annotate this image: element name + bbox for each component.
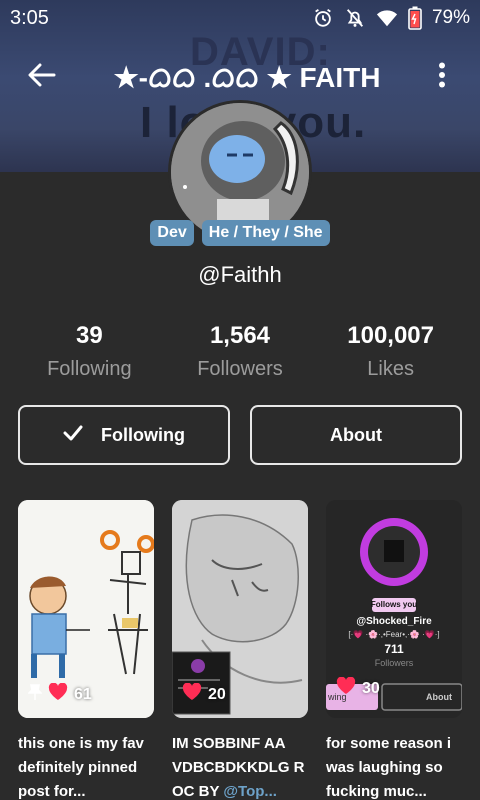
battery-percentage: 79% [431, 7, 470, 28]
embed-follows-you: Follows you [370, 600, 418, 609]
post-thumbnail[interactable]: Follows you @Shocked_Fire [·💗 ·🌸·,•Fear•… [326, 500, 462, 718]
stat-value: 1,564 [209, 322, 271, 349]
status-icons: 79% [312, 6, 470, 30]
more-vertical-icon [438, 62, 446, 93]
profile-stats: 39 Following 1,564 Followers 100,007 Lik… [0, 322, 480, 381]
stat-label: Followers [197, 358, 283, 380]
stat-label: Following [47, 358, 132, 380]
following-button[interactable]: Following [18, 405, 230, 465]
like-count: 61 [74, 685, 92, 703]
embed-count: 711 [384, 642, 404, 656]
stat-followers[interactable]: 1,564 Followers [165, 322, 315, 381]
heart-icon [182, 682, 202, 706]
post-like-count: 30 [336, 676, 380, 700]
post-thumbnail[interactable]: 61 [18, 500, 154, 718]
like-count: 30 [362, 679, 380, 697]
pin-icon [27, 684, 43, 705]
like-count: 20 [208, 685, 226, 703]
post-like-count: 61 [27, 682, 92, 706]
badge-pronouns: He / They / She [201, 220, 330, 246]
embed-tagline: [·💗 ·🌸·,•Fear•,·🌸 ·💗·] [348, 630, 440, 639]
badge-dev: Dev [150, 220, 194, 246]
posts-grid: 61 this one is my fav definitely pinned … [18, 500, 462, 800]
status-time: 3:05 [10, 6, 49, 29]
alarm-icon [312, 7, 334, 29]
embed-btn-right: About [426, 692, 452, 702]
about-button[interactable]: About [250, 405, 462, 465]
post-card[interactable]: Follows you @Shocked_Fire [·💗 ·🌸·,•Fear•… [326, 500, 462, 800]
post-caption: for some reason i was laughing so fuckin… [326, 735, 452, 800]
post-caption-mention[interactable]: @Top... [223, 783, 277, 800]
profile-title: ★-ᜊᜊ .ᜊᜊ ★ FAITH [113, 62, 381, 93]
post-card[interactable]: 61 this one is my fav definitely pinned … [18, 500, 154, 800]
profile-header: ★-ᜊᜊ .ᜊᜊ ★ FAITH [0, 52, 480, 102]
stat-following[interactable]: 39 Following [14, 322, 164, 381]
more-options-button[interactable] [422, 52, 462, 102]
stat-label: Likes [367, 358, 414, 380]
post-card[interactable]: 20 IM SOBBINF AA VDBCBDKKDLG R OC BY @To… [172, 500, 308, 800]
username: @Faithh [198, 262, 282, 287]
profile-badges: Dev He / They / She [0, 220, 480, 246]
post-thumbnail[interactable]: 20 [172, 500, 308, 718]
embed-handle: @Shocked_Fire [356, 616, 432, 627]
following-button-label: Following [101, 424, 185, 445]
stat-likes: 100,007 Likes [316, 322, 466, 381]
wifi-icon [376, 8, 398, 28]
status-bar: 3:05 79% [0, 0, 480, 36]
post-like-count: 20 [182, 682, 226, 706]
post-caption: IM SOBBINF AA VDBCBDKKDLG R OC BY @Top..… [172, 732, 308, 800]
stat-value: 100,007 [347, 322, 435, 349]
about-button-label: About [330, 424, 382, 445]
battery-icon [408, 6, 422, 30]
profile-actions: Following About [18, 405, 462, 465]
heart-icon [48, 682, 68, 706]
back-button[interactable] [12, 52, 72, 102]
embed-count-label: Followers [374, 658, 414, 668]
post-caption: this one is my fav definitely pinned pos… [18, 735, 144, 800]
notifications-off-icon [344, 7, 366, 29]
check-icon [63, 425, 83, 446]
heart-icon [336, 676, 356, 700]
stat-value: 39 [75, 322, 103, 349]
back-arrow-icon [28, 63, 56, 92]
